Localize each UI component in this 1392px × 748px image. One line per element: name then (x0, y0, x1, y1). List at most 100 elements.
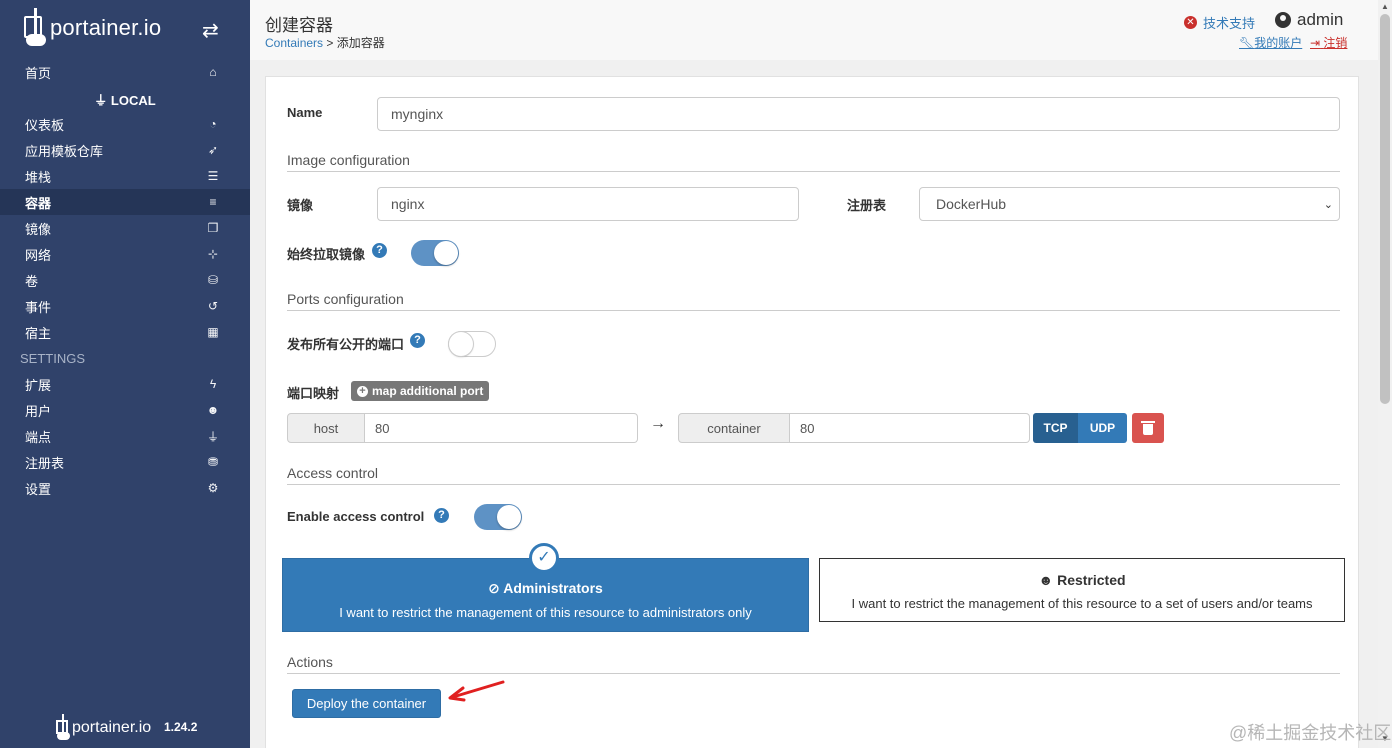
users-icon: ☻ (1038, 572, 1054, 588)
question-circle-icon[interactable]: ? (434, 508, 449, 523)
registry-select-value: DockerHub (936, 196, 1007, 212)
create-container-form: Name mynginx Image configuration 镜像 ngin… (265, 76, 1359, 748)
restricted-option[interactable]: ☻ Restricted I want to restrict the mana… (819, 558, 1345, 622)
sidebar-item-stacks[interactable]: 堆栈 ☰ (0, 163, 250, 189)
users-icon: ☻ (206, 403, 220, 417)
sidebar-item-events[interactable]: 事件 ↺ (0, 293, 250, 319)
sign-out-icon: ⇥ (1310, 36, 1321, 50)
scroll-up-arrow-icon[interactable]: ▲ (1381, 2, 1389, 11)
chevron-down-icon: ⌄ (1323, 199, 1333, 211)
footer-logo: portainer.io (56, 714, 151, 742)
always-pull-toggle[interactable] (411, 240, 459, 266)
sidebar-item-users[interactable]: 用户 ☻ (0, 397, 250, 423)
times-circle-icon: ✕ (1184, 16, 1197, 29)
sidebar-item-label: 容器 (25, 195, 52, 211)
scroll-thumb[interactable] (1380, 14, 1390, 404)
section-divider (287, 484, 1340, 485)
logout-link[interactable]: ⇥ 注销 (1310, 34, 1347, 51)
sidebar-item-networks[interactable]: 网络 ⊹ (0, 241, 250, 267)
sidebar-item-host[interactable]: 宿主 ▦ (0, 319, 250, 345)
database-icon: ⛃ (207, 455, 219, 469)
wrench-icon: 🔧︎ (1239, 36, 1255, 50)
server-icon: ≡ (209, 195, 217, 209)
sidebar-item-extensions[interactable]: 扩展 ϟ (0, 371, 250, 397)
container-port-input[interactable]: 80 (790, 413, 1030, 443)
page-header: 创建容器 Containers > 添加容器 ✕ 技术支持 admin 🔧︎我的… (250, 0, 1378, 60)
local-label: LOCAL (110, 93, 156, 108)
image-config-heading: Image configuration (287, 152, 410, 168)
trash-icon (1141, 420, 1155, 435)
registry-select[interactable]: DockerHub ⌄ (919, 187, 1340, 221)
user-display: admin (1275, 10, 1343, 30)
deploy-container-button[interactable]: Deploy the container (292, 689, 441, 718)
sidebar-item-registries[interactable]: 注册表 ⛃ (0, 449, 250, 475)
breadcrumb: Containers > 添加容器 (265, 34, 385, 51)
sidebar-item-settings[interactable]: 设置 ⚙ (0, 475, 250, 501)
host-addon: host (287, 413, 365, 443)
remove-port-button[interactable] (1132, 413, 1164, 443)
eye-slash-icon: ⊘ (488, 580, 500, 596)
sidebar: portainer.io ⇄ 首页 ⌂ ⏚ LOCAL 仪表板 ◔ 应用模板仓库… (0, 0, 250, 748)
section-divider (287, 673, 1340, 674)
sidebar-item-endpoints[interactable]: 端点 ⏚ (0, 423, 250, 449)
restricted-description: I want to restrict the management of thi… (851, 596, 1313, 611)
portainer-logo[interactable]: portainer.io (24, 8, 161, 48)
footer-logo-text: portainer.io (72, 719, 152, 736)
bolt-icon: ϟ (209, 377, 217, 391)
publish-all-label: 发布所有公开的端口 (287, 337, 405, 352)
administrators-title: ⊘ Administrators (283, 580, 808, 597)
image-input[interactable]: nginx (377, 187, 799, 221)
logo-text: portainer.io (50, 15, 162, 40)
sidebar-item-app-templates[interactable]: 应用模板仓库 ➶ (0, 137, 250, 163)
settings-heading: SETTINGS (20, 351, 86, 366)
history-icon: ↺ (207, 299, 219, 313)
map-additional-port-button[interactable]: + map additional port (351, 381, 490, 401)
rocket-icon: ➶ (207, 143, 219, 157)
name-input-value: mynginx (391, 106, 444, 122)
support-link[interactable]: ✕ 技术支持 (1184, 13, 1255, 32)
access-control-heading: Access control (287, 465, 379, 481)
administrators-description: I want to restrict the management of thi… (339, 605, 752, 620)
publish-all-toggle[interactable] (448, 331, 496, 357)
version-label: 1.24.2 (164, 720, 198, 734)
question-circle-icon[interactable]: ? (410, 333, 425, 348)
my-account-label: 我的账户 (1254, 36, 1303, 50)
image-label: 镜像 (287, 198, 314, 213)
breadcrumb-current: 添加容器 (336, 36, 385, 50)
username: admin (1297, 10, 1344, 29)
exchange-icon[interactable]: ⇄ (202, 18, 219, 43)
support-label: 技术支持 (1203, 16, 1256, 31)
name-label: Name (287, 105, 323, 120)
enable-access-label: Enable access control (287, 509, 425, 524)
udp-button[interactable]: UDP (1078, 413, 1127, 443)
sidebar-item-label: 注册表 (25, 455, 65, 471)
sidebar-item-images[interactable]: 镜像 ❐ (0, 215, 250, 241)
sidebar-item-label: 仪表板 (25, 117, 65, 133)
question-circle-icon[interactable]: ? (372, 243, 387, 258)
sidebar-item-label: 端点 (25, 429, 52, 445)
registry-label: 注册表 (847, 198, 887, 213)
breadcrumb-containers-link[interactable]: Containers (265, 36, 323, 50)
my-account-link[interactable]: 🔧︎我的账户 (1239, 34, 1302, 51)
sidebar-item-home[interactable]: 首页 ⌂ (0, 59, 250, 85)
annotation-arrow-icon (448, 680, 505, 702)
sidebar-item-label: 应用模板仓库 (25, 143, 104, 159)
page-scrollbar[interactable]: ▲ ▼ (1378, 0, 1392, 748)
enable-access-toggle[interactable] (474, 504, 522, 530)
map-port-label: map additional port (372, 384, 484, 398)
sidebar-item-volumes[interactable]: 卷 ⛁ (0, 267, 250, 293)
sidebar-item-label: 首页 (25, 65, 52, 81)
check-icon: ✓ (529, 543, 559, 573)
host-port-input[interactable]: 80 (365, 413, 638, 443)
actions-heading: Actions (287, 654, 333, 670)
sidebar-item-label: 堆栈 (25, 169, 52, 185)
container-port-value: 80 (800, 420, 815, 436)
plug-icon: ⏚ (94, 93, 108, 108)
tcp-button[interactable]: TCP (1033, 413, 1078, 443)
sidebar-item-label: 设置 (25, 481, 52, 497)
sidebar-item-containers[interactable]: 容器 ≡ (0, 189, 250, 215)
sidebar-item-dashboard[interactable]: 仪表板 ◔ (0, 111, 250, 137)
port-mapping-label: 端口映射 (287, 386, 340, 401)
portainer-logo-icon (56, 714, 70, 742)
name-input[interactable]: mynginx (377, 97, 1340, 131)
